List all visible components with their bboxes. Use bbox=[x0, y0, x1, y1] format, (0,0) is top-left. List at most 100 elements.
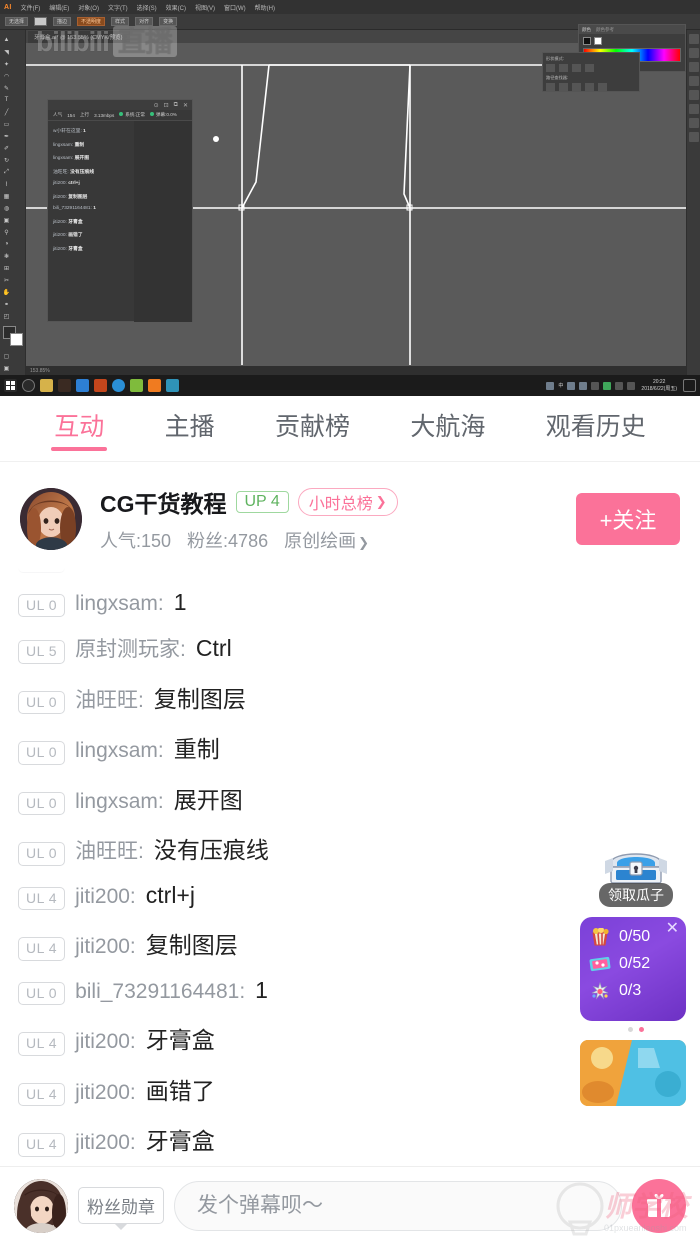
tray-icon-2[interactable] bbox=[567, 381, 576, 390]
magic-wand-tool-icon[interactable]: ✦ bbox=[0, 58, 13, 70]
pen-tool-icon[interactable]: ✎ bbox=[0, 82, 13, 94]
ime-indicator[interactable]: 中 bbox=[558, 382, 563, 389]
drawing-mode-icon[interactable]: ▣ bbox=[0, 362, 13, 374]
chat-message[interactable]: UL 4 jiti200: 牙膏盒 bbox=[18, 1114, 682, 1165]
close-icon[interactable]: ✕ bbox=[666, 921, 679, 937]
pathfinder-minus-front-icon[interactable] bbox=[559, 64, 568, 72]
search-icon[interactable] bbox=[22, 379, 35, 392]
paintbrush-tool-icon[interactable]: ✒ bbox=[0, 130, 13, 142]
start-button-icon[interactable] bbox=[4, 379, 17, 392]
video-player[interactable]: AI 文件(F) 编辑(E) 对象(O) 文字(T) 选择(S) 效果(C) 视… bbox=[0, 0, 700, 396]
hourly-rank-badge[interactable]: 小时总榜 ❯ bbox=[297, 488, 398, 516]
pathfinder-intersect-icon[interactable] bbox=[572, 64, 581, 72]
user-avatar[interactable] bbox=[14, 1178, 68, 1233]
color-panel-icon[interactable] bbox=[688, 34, 699, 44]
category-link[interactable]: 原创绘画 ❯ bbox=[284, 527, 369, 553]
volume-icon[interactable] bbox=[615, 381, 624, 390]
pathfinder-trim-icon[interactable] bbox=[559, 83, 568, 91]
chat-message[interactable]: UL 5 原封测玩家: Ctrl bbox=[18, 625, 682, 672]
battery-icon[interactable] bbox=[627, 381, 636, 390]
treasure-box-widget[interactable]: 领取瓜子 bbox=[580, 845, 692, 907]
pathfinder-divide-icon[interactable] bbox=[546, 83, 555, 91]
chat-username[interactable]: 油旺旺: bbox=[75, 835, 144, 865]
tab-watch-history[interactable]: 观看历史 bbox=[546, 407, 646, 451]
illustrator-panel-dock[interactable] bbox=[686, 30, 700, 396]
follow-button[interactable]: +关注 bbox=[576, 493, 680, 545]
align-panel-icon[interactable] bbox=[688, 132, 699, 142]
tray-icon-4[interactable] bbox=[591, 381, 600, 390]
action-center-icon[interactable] bbox=[683, 379, 696, 392]
overlay-titlebar[interactable]: ⊙ ⊡ ⧉ ✕ bbox=[48, 100, 192, 110]
chat-message[interactable]: UL 0 lingxsam: 重制 bbox=[18, 722, 682, 773]
chat-username[interactable]: lingxsam: bbox=[75, 739, 164, 763]
direct-selection-tool-icon[interactable]: ◥ bbox=[0, 46, 13, 58]
overlay-close-icon[interactable]: ✕ bbox=[183, 102, 188, 109]
browser-icon[interactable] bbox=[112, 379, 125, 392]
free-transform-tool-icon[interactable]: ▦ bbox=[0, 190, 13, 202]
pencil-tool-icon[interactable]: ✐ bbox=[0, 142, 13, 154]
chat-username[interactable]: lingxsam: bbox=[75, 790, 164, 814]
tab-guard[interactable]: 大航海 bbox=[410, 407, 485, 451]
streamer-chat-overlay[interactable]: ⊙ ⊡ ⧉ ✕ 人气 154 上行 3.13mbps 系统:正常 弹幕:0.0%… bbox=[47, 99, 193, 322]
gift-progress-widget[interactable]: ✕ 0/50 0/52 0/3 bbox=[580, 917, 686, 1021]
line-tool-icon[interactable]: ╱ bbox=[0, 106, 13, 118]
chat-username[interactable]: jiti200: bbox=[75, 1030, 136, 1054]
pathfinder-merge-icon[interactable] bbox=[572, 83, 581, 91]
overlay-window-icon[interactable]: ⧉ bbox=[174, 102, 178, 109]
buy-gift-pack-banner[interactable]: 购买礼包 bbox=[580, 1040, 686, 1106]
system-tray[interactable]: 中 bbox=[546, 381, 636, 390]
pathfinder-panel[interactable]: 形状模式: 路径查找器: bbox=[542, 52, 640, 92]
chat-message[interactable]: UL 0 油旺旺: 复制图层 bbox=[18, 672, 682, 723]
pathfinder-panel-icon[interactable] bbox=[688, 104, 699, 114]
chat-username[interactable]: jiti200: bbox=[75, 1131, 136, 1155]
streamer-avatar[interactable] bbox=[20, 488, 82, 550]
tab-interaction[interactable]: 互动 bbox=[54, 407, 104, 451]
scale-tool-icon[interactable]: ⤢ bbox=[0, 166, 13, 178]
chat-username[interactable]: w小轩在这里: bbox=[75, 568, 201, 572]
taskbar-clock[interactable]: 20:22 2018/6/22(周五) bbox=[641, 379, 677, 392]
fan-medal-button[interactable]: 粉丝勋章 bbox=[78, 1187, 164, 1224]
chat-username[interactable]: bili_73291164481: bbox=[75, 980, 245, 1004]
file-explorer-icon[interactable] bbox=[40, 379, 53, 392]
carousel-dot[interactable] bbox=[628, 1027, 633, 1032]
transform-panel-icon[interactable] bbox=[688, 118, 699, 128]
illustrator-taskbar-icon[interactable] bbox=[148, 379, 161, 392]
selection-tool-icon[interactable]: ▲ bbox=[0, 34, 13, 46]
treasure-claim-label[interactable]: 领取瓜子 bbox=[599, 883, 673, 907]
eraser-tool-icon[interactable]: ◰ bbox=[0, 310, 13, 322]
overlay-settings-icon[interactable]: ⊙ bbox=[154, 102, 159, 109]
color-stroke-swatch[interactable] bbox=[594, 37, 602, 45]
tab-streamer[interactable]: 主播 bbox=[165, 407, 215, 451]
chat-message[interactable]: UL 0 lingxsam: 展开图 bbox=[18, 773, 682, 824]
app-icon-green[interactable] bbox=[130, 379, 143, 392]
pathfinder-unite-icon[interactable] bbox=[546, 64, 555, 72]
danmu-input[interactable] bbox=[174, 1180, 622, 1231]
shape-builder-tool-icon[interactable]: ◍ bbox=[0, 202, 13, 214]
chat-username[interactable]: jiti200: bbox=[75, 935, 136, 959]
tab-contribution-rank[interactable]: 贡献榜 bbox=[275, 407, 350, 451]
app-icon-teal[interactable] bbox=[166, 379, 179, 392]
carousel-dots[interactable] bbox=[580, 1027, 692, 1032]
fill-stroke-swatch[interactable] bbox=[2, 326, 23, 346]
zoom-tool-icon[interactable]: ⚭ bbox=[0, 298, 13, 310]
swatches-panel-icon[interactable] bbox=[688, 48, 699, 58]
network-icon[interactable] bbox=[603, 381, 612, 390]
artboard-tool-icon[interactable]: ⊞ bbox=[0, 262, 13, 274]
tray-icon-1[interactable] bbox=[546, 381, 555, 390]
screen-mode-icon[interactable]: ▢ bbox=[0, 350, 13, 362]
width-tool-icon[interactable]: ⌇ bbox=[0, 178, 13, 190]
pathfinder-crop-icon[interactable] bbox=[585, 83, 594, 91]
eyedropper-tool-icon[interactable]: ⚲ bbox=[0, 226, 13, 238]
chat-message[interactable]: UL 0 w小轩在这里: 1 bbox=[18, 568, 682, 581]
slice-tool-icon[interactable]: ✂ bbox=[0, 274, 13, 286]
chat-username[interactable]: jiti200: bbox=[75, 885, 136, 909]
overlay-gift-icon[interactable]: ⊡ bbox=[164, 102, 169, 109]
illustrator-toolbar[interactable]: ▲ ◥ ✦ ◠ ✎ T ╱ ▭ ✒ ✐ ↻ ⤢ ⌇ ▦ ◍ ▣ ⚲ ◑ ❃ ⊞ … bbox=[0, 30, 26, 396]
pathfinder-exclude-icon[interactable] bbox=[585, 64, 594, 72]
gradient-tool-icon[interactable]: ▣ bbox=[0, 214, 13, 226]
rectangle-tool-icon[interactable]: ▭ bbox=[0, 118, 13, 130]
gift-button[interactable] bbox=[632, 1178, 686, 1233]
windows-taskbar[interactable]: 中 20:22 2018/6/22(周五) bbox=[0, 375, 700, 396]
pathfinder-outline-icon[interactable] bbox=[598, 83, 607, 91]
chat-message[interactable]: UL 0 lingxsam: 1 bbox=[18, 581, 682, 626]
